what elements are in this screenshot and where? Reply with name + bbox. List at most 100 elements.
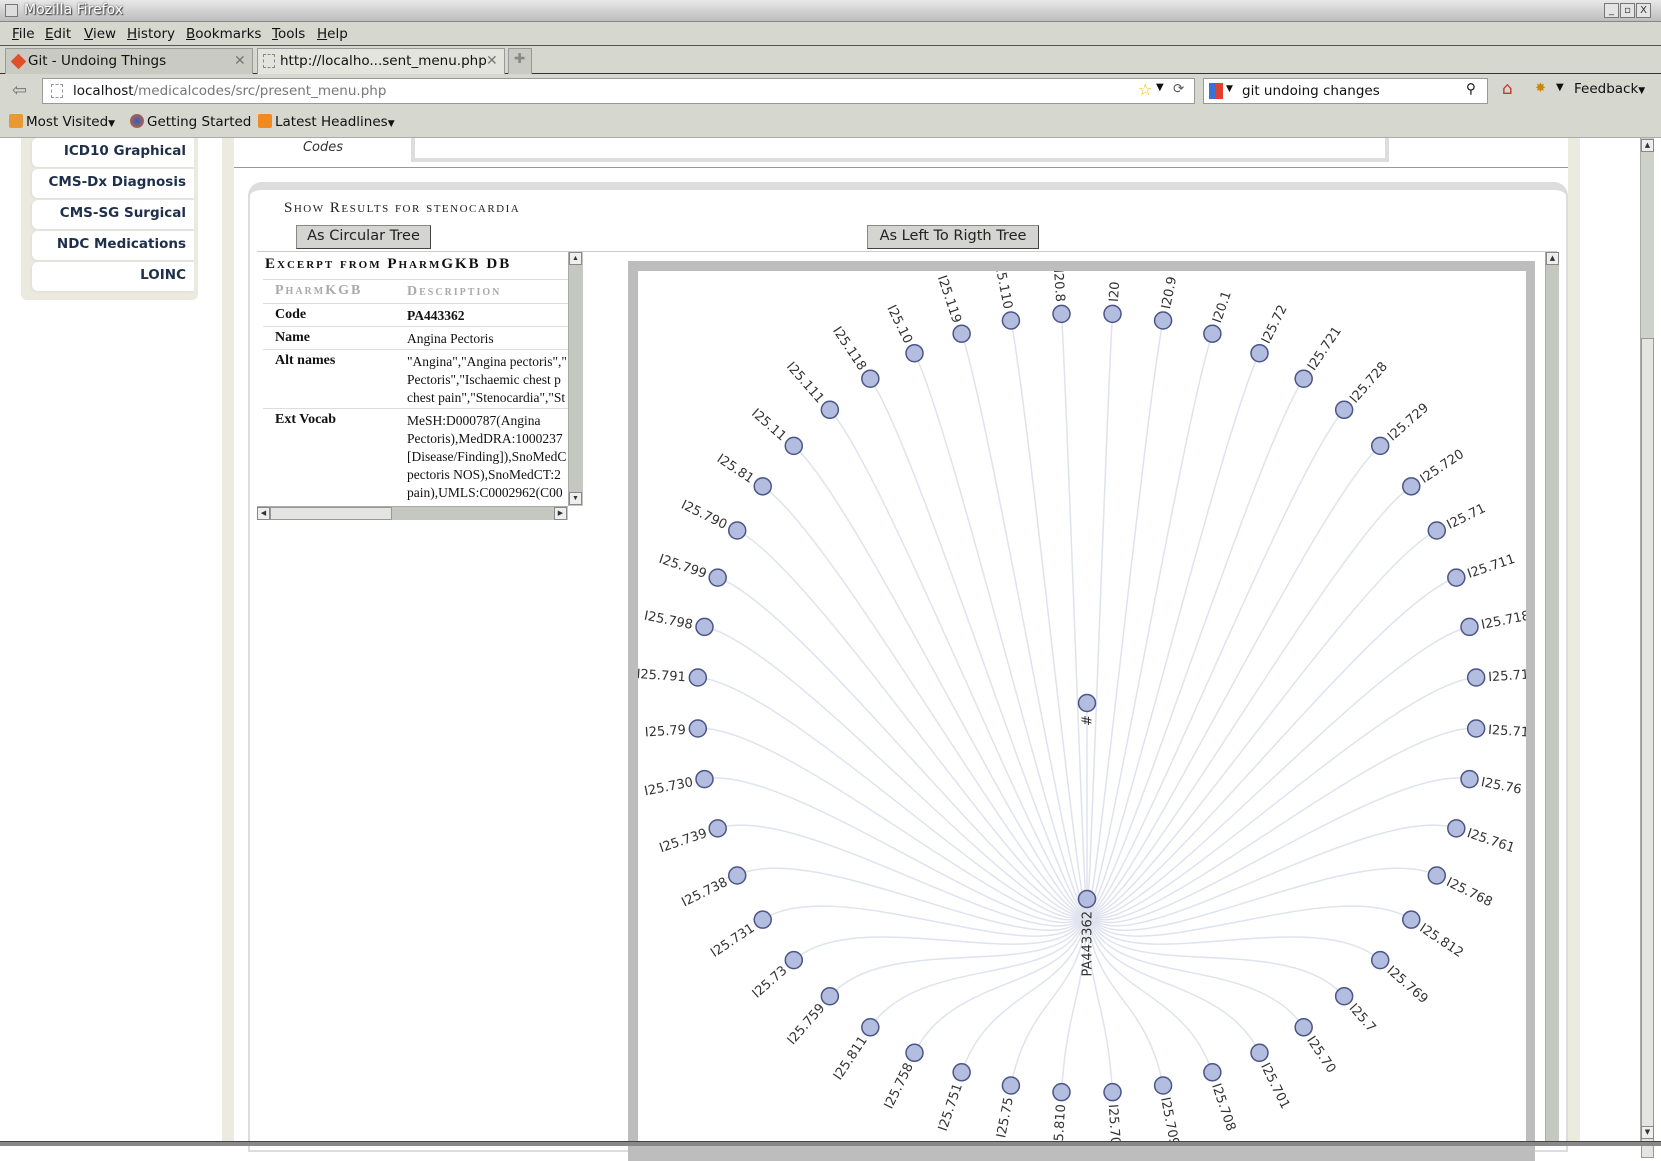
node-circle[interactable] bbox=[820, 986, 840, 1006]
tab-git-undoing-things[interactable]: Git - Undoing Things ✕ bbox=[5, 48, 253, 74]
sidebar-item-icd10-graphical[interactable]: ICD10 Graphical bbox=[32, 138, 194, 167]
dropdown-arrow-icon[interactable]: ▼ bbox=[1556, 82, 1564, 93]
tree-leaf-node[interactable]: I25.70 bbox=[1103, 1082, 1122, 1141]
tree-leaf-node[interactable]: I25.701 bbox=[1250, 1043, 1292, 1112]
node-circle[interactable] bbox=[1103, 1082, 1122, 1102]
tree-leaf-node[interactable]: I25.70 bbox=[1294, 1018, 1339, 1076]
tree-leaf-node[interactable]: I25.111 bbox=[783, 359, 840, 420]
sidebar-item-loinc[interactable]: LOINC bbox=[32, 262, 194, 291]
node-circle[interactable] bbox=[1077, 889, 1097, 909]
tree-leaf-node[interactable]: I25.75 bbox=[994, 1076, 1021, 1139]
tree-leaf-node[interactable]: I25.71 bbox=[1427, 501, 1488, 540]
left-to-right-tree-button[interactable]: As Left To Rigth Tree bbox=[867, 225, 1039, 249]
menu-edit[interactable]: Edit bbox=[45, 26, 71, 42]
tree-leaf-node[interactable]: I25.76 bbox=[1460, 769, 1523, 798]
tree-leaf-node[interactable]: I25.718 bbox=[1460, 609, 1526, 637]
node-circle[interactable] bbox=[727, 521, 747, 540]
menu-help[interactable]: Help bbox=[317, 26, 348, 42]
tree-leaf-node[interactable]: I25.759 bbox=[785, 986, 840, 1048]
node-circle[interactable] bbox=[1001, 1076, 1021, 1095]
tree-leaf-node[interactable]: I25.811 bbox=[831, 1018, 880, 1083]
feedback-button[interactable]: Feedback▼ bbox=[1574, 81, 1645, 97]
menu-tools[interactable]: Tools bbox=[272, 26, 305, 42]
tree-leaf-node[interactable]: I25.799 bbox=[657, 552, 727, 587]
node-circle[interactable] bbox=[688, 719, 708, 738]
tree-leaf-node[interactable]: I25.791 bbox=[638, 667, 708, 687]
tree-leaf-node[interactable]: I20.8 bbox=[1050, 271, 1071, 324]
tree-leaf-node[interactable]: I25.812 bbox=[1402, 910, 1466, 961]
extension-icon[interactable]: ✸ bbox=[1535, 81, 1546, 96]
node-circle[interactable] bbox=[905, 1043, 924, 1063]
close-tab-icon[interactable]: ✕ bbox=[486, 53, 498, 69]
page-vertical-scrollbar[interactable]: ▲ ▼ bbox=[1640, 138, 1654, 1158]
back-arrow-icon[interactable]: ⇦ bbox=[12, 80, 27, 101]
node-circle[interactable] bbox=[1294, 1018, 1313, 1037]
tree-leaf-node[interactable]: I25.711 bbox=[1447, 552, 1517, 587]
node-circle[interactable] bbox=[1427, 866, 1447, 885]
node-circle[interactable] bbox=[688, 668, 708, 687]
tree-leaf-node[interactable]: I25.798 bbox=[643, 609, 714, 637]
tree-leaf-node[interactable]: I25.10 bbox=[883, 303, 924, 363]
node-circle[interactable] bbox=[820, 400, 840, 420]
circular-tree-button[interactable]: As Circular Tree bbox=[296, 225, 431, 249]
node-circle[interactable] bbox=[1466, 719, 1486, 738]
node-circle[interactable] bbox=[727, 866, 747, 885]
scroll-down-button[interactable]: ▼ bbox=[569, 492, 582, 505]
tree-leaf-node[interactable]: I25.728 bbox=[1334, 359, 1391, 420]
node-circle[interactable] bbox=[861, 369, 880, 388]
reload-icon[interactable]: ⟳ bbox=[1173, 81, 1184, 97]
tree-leaf-node[interactable]: I20.1 bbox=[1203, 289, 1235, 343]
node-circle[interactable] bbox=[861, 1018, 880, 1037]
tree-leaf-node[interactable]: I20.9 bbox=[1153, 275, 1181, 330]
node-circle[interactable] bbox=[1153, 1076, 1173, 1095]
bookmark-most-visited[interactable]: Most Visited▼ bbox=[9, 114, 115, 130]
tree-leaf-node[interactable]: I25.739 bbox=[658, 819, 727, 856]
node-circle[interactable] bbox=[1052, 304, 1071, 324]
node-circle[interactable] bbox=[784, 950, 804, 970]
scroll-up-button[interactable]: ▲ bbox=[569, 252, 582, 265]
tree-leaf-node[interactable]: I25.810 bbox=[1051, 1082, 1071, 1141]
tree-leaf-node[interactable]: I25.720 bbox=[1402, 447, 1467, 496]
scroll-up-button[interactable]: ▲ bbox=[1641, 139, 1654, 152]
node-circle[interactable] bbox=[1250, 343, 1269, 363]
node-circle[interactable] bbox=[1402, 910, 1421, 929]
node-circle[interactable] bbox=[1402, 477, 1421, 496]
tree-root-node[interactable]: # bbox=[1077, 693, 1097, 726]
bookmark-latest-headlines[interactable]: Latest Headlines▼ bbox=[258, 114, 395, 130]
tree-leaf-node[interactable]: I25.72 bbox=[1250, 303, 1291, 363]
tree-leaf-node[interactable]: I25.119 bbox=[934, 274, 971, 343]
window-menu-icon[interactable] bbox=[5, 4, 18, 17]
scroll-thumb[interactable] bbox=[270, 507, 392, 520]
tree-node-pa443362[interactable]: PA443362 bbox=[1077, 889, 1097, 977]
tree-leaf-node[interactable]: I25.118 bbox=[829, 324, 880, 388]
node-circle[interactable] bbox=[1466, 668, 1486, 687]
node-circle[interactable] bbox=[753, 910, 772, 929]
node-circle[interactable] bbox=[1294, 369, 1313, 388]
search-input[interactable]: ▼ git undoing changes ⚲ bbox=[1203, 78, 1488, 104]
binoculars-icon[interactable]: ⚲ bbox=[1466, 81, 1476, 97]
sidebar-item-cms-sg-surgical[interactable]: CMS-SG Surgical bbox=[32, 200, 194, 229]
node-circle[interactable] bbox=[952, 1063, 971, 1082]
sidebar-item-cms-dx-diagnosis[interactable]: CMS-Dx Diagnosis bbox=[32, 169, 194, 198]
excerpt-scroll-pane[interactable]: Excerpt from PharmGKB DB PharmKGB Descri… bbox=[257, 252, 583, 520]
node-circle[interactable] bbox=[1460, 769, 1479, 789]
minimize-button[interactable]: _ bbox=[1604, 3, 1619, 18]
tree-leaf-node[interactable]: I25.79 bbox=[644, 719, 708, 741]
tree-leaf-node[interactable]: I25.761 bbox=[1447, 819, 1517, 856]
scroll-down-button[interactable]: ▼ bbox=[1641, 1126, 1654, 1139]
node-circle[interactable] bbox=[952, 324, 971, 343]
close-tab-icon[interactable]: ✕ bbox=[234, 53, 246, 69]
tree-leaf-node[interactable]: I25.110 bbox=[991, 271, 1021, 330]
scroll-thumb[interactable] bbox=[1641, 338, 1654, 1158]
node-circle[interactable] bbox=[1427, 521, 1447, 540]
dropdown-arrow-icon[interactable]: ▼ bbox=[1156, 82, 1164, 93]
tree-leaf-node[interactable]: I25.730 bbox=[643, 769, 714, 800]
menu-history[interactable]: History bbox=[127, 26, 175, 42]
node-circle[interactable] bbox=[1052, 1082, 1071, 1102]
maximize-button[interactable]: ▫ bbox=[1620, 3, 1635, 18]
tree-leaf-node[interactable]: I25.731 bbox=[708, 910, 772, 961]
node-circle[interactable] bbox=[1370, 950, 1390, 970]
tree-leaf-node[interactable]: I25.790 bbox=[678, 498, 747, 540]
tab-present-menu[interactable]: http://localho...sent_menu.php ✕ bbox=[257, 48, 505, 74]
node-circle[interactable] bbox=[1334, 986, 1354, 1006]
